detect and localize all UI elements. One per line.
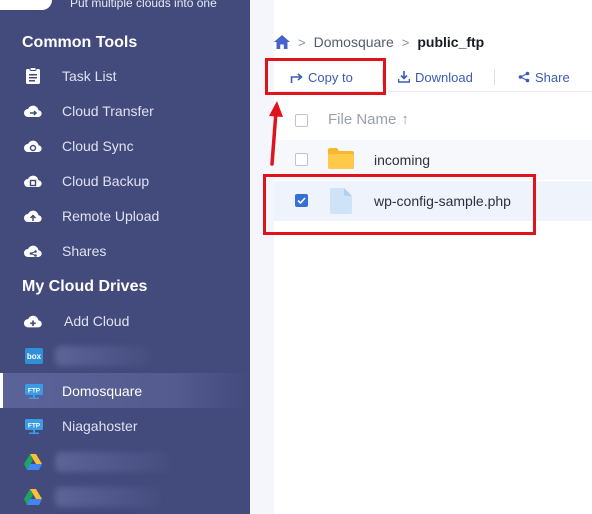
- download-label: Download: [415, 69, 473, 85]
- cloud-transfer-icon: [23, 102, 43, 120]
- svg-text:FTP: FTP: [28, 387, 41, 394]
- add-cloud-icon: [23, 312, 43, 330]
- cloud-sync-icon: [23, 137, 43, 155]
- svg-text:FTP: FTP: [28, 422, 41, 429]
- google-drive-icon: [23, 453, 43, 471]
- app-logo[interactable]: [0, 0, 52, 10]
- sidebar-item-cloud-sync[interactable]: Cloud Sync: [0, 128, 250, 163]
- breadcrumb-item-public-ftp: public_ftp: [417, 34, 485, 50]
- breadcrumb: > Domosquare > public_ftp: [274, 32, 484, 52]
- annotation-box-selected-file: [263, 174, 536, 235]
- redacted-drive-name: [55, 487, 160, 507]
- sidebar-item-cloud-backup[interactable]: Cloud Backup: [0, 163, 250, 198]
- ftp-icon: FTP: [24, 417, 44, 435]
- google-drive-icon: [23, 488, 43, 506]
- row-checkbox[interactable]: [295, 153, 308, 166]
- redacted-drive-name: [55, 346, 150, 366]
- sidebar-item-box-drive[interactable]: box: [0, 338, 250, 373]
- select-all-checkbox[interactable]: [295, 114, 308, 127]
- sidebar-item-label: Shares: [62, 242, 107, 259]
- sort-ascending-icon[interactable]: ↑: [401, 111, 409, 128]
- redacted-drive-name: [55, 452, 170, 472]
- chevron-right-icon: >: [401, 34, 410, 50]
- sidebar-item-label: Remote Upload: [62, 207, 160, 224]
- clipboard-icon: [23, 66, 43, 85]
- sidebar-item-domosquare[interactable]: FTP Domosquare: [0, 373, 250, 408]
- toolbar-divider: [494, 69, 495, 85]
- share-cloud-icon: [23, 242, 43, 260]
- sidebar-item-task-list[interactable]: Task List: [0, 58, 250, 93]
- sidebar-item-label: Task List: [62, 67, 117, 84]
- app-tagline: Put multiple clouds into one: [70, 0, 217, 10]
- share-button[interactable]: Share: [518, 68, 570, 86]
- sidebar-item-google-drive-2[interactable]: [0, 479, 250, 514]
- share-label: Share: [535, 69, 570, 85]
- sidebar-item-label: Cloud Transfer: [62, 102, 154, 119]
- breadcrumb-item-domosquare[interactable]: Domosquare: [314, 34, 394, 50]
- file-list-header: File Name ↑: [274, 100, 592, 140]
- file-name[interactable]: incoming: [374, 152, 430, 168]
- common-tools-heading: Common Tools: [22, 34, 138, 51]
- annotation-arrow-icon: [269, 101, 283, 166]
- download-icon: [398, 71, 410, 83]
- cloud-backup-icon: [23, 172, 43, 190]
- annotation-box-copy-to: [265, 58, 386, 95]
- sidebar-item-google-drive-1[interactable]: [0, 444, 250, 479]
- svg-text:box: box: [27, 352, 42, 361]
- home-icon[interactable]: [274, 35, 290, 49]
- sidebar-item-label: Domosquare: [62, 382, 143, 399]
- sidebar-item-remote-upload[interactable]: Remote Upload: [0, 198, 250, 233]
- column-header-label: File Name: [328, 111, 397, 128]
- sidebar: Put multiple clouds into one Common Tool…: [0, 0, 250, 514]
- sidebar-item-label: Niagahoster: [62, 417, 138, 434]
- chevron-right-icon: >: [298, 34, 306, 50]
- download-button[interactable]: Download: [398, 68, 473, 86]
- sidebar-item-niagahoster[interactable]: FTP Niagahoster: [0, 408, 250, 443]
- my-cloud-drives-heading: My Cloud Drives: [22, 278, 148, 295]
- ftp-icon: FTP: [24, 382, 44, 400]
- sidebar-item-label: Cloud Backup: [62, 172, 150, 189]
- box-icon: box: [24, 347, 44, 365]
- sidebar-item-shares[interactable]: Shares: [0, 233, 250, 268]
- folder-icon: [328, 148, 354, 174]
- column-header-file-name[interactable]: File Name ↑: [328, 111, 409, 128]
- sidebar-item-label: Add Cloud: [64, 312, 130, 329]
- sidebar-item-label: Cloud Sync: [62, 137, 134, 154]
- sidebar-item-add-cloud[interactable]: Add Cloud: [0, 303, 250, 338]
- cloud-upload-icon: [23, 207, 43, 225]
- share-icon: [518, 71, 530, 83]
- sidebar-item-cloud-transfer[interactable]: Cloud Transfer: [0, 93, 250, 128]
